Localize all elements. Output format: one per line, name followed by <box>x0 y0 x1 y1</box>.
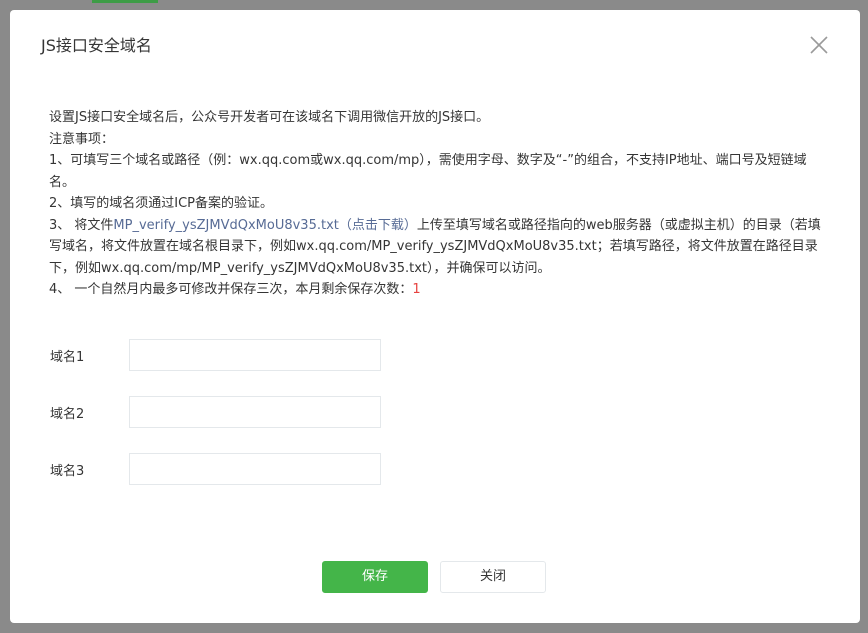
note-item-3: 3、 将文件MP_verify_ysZJMVdQxMoU8v35.txt（点击下… <box>49 215 824 280</box>
note-item-1: 1、可填写三个域名或路径（例：wx.qq.com或wx.qq.com/mp），需… <box>49 153 807 190</box>
domain-input-1[interactable] <box>129 339 381 371</box>
domain-label-2: 域名2 <box>50 407 85 422</box>
download-link[interactable]: （点击下载） <box>339 218 417 233</box>
remaining-count: 1 <box>412 282 421 297</box>
dialog-title: JS接口安全域名 <box>41 36 152 55</box>
domain-input-2[interactable] <box>129 396 381 428</box>
notes-heading: 注意事项： <box>49 131 115 147</box>
note-item-2: 2、填写的域名须通过ICP备案的验证。 <box>49 196 274 211</box>
intro-text: 设置JS接口安全域名后，公众号开发者可在该域名下调用微信开放的JS接口。 <box>49 110 490 125</box>
instructions: 设置JS接口安全域名后，公众号开发者可在该域名下调用微信开放的JS接口。 注意事… <box>49 107 824 301</box>
save-button[interactable]: 保存 <box>322 561 428 593</box>
dialog-header: JS接口安全域名 <box>10 10 860 82</box>
domain-label-3: 域名3 <box>50 464 85 479</box>
domain-settings-dialog: JS接口安全域名 设置JS接口安全域名后，公众号开发者可在该域名下调用微信开放的… <box>10 10 860 623</box>
domain-row-2: 域名2 <box>50 396 390 428</box>
domain-row-3: 域名3 <box>50 453 390 485</box>
close-button[interactable]: 关闭 <box>440 561 546 593</box>
domain-input-3[interactable] <box>129 453 381 485</box>
active-tab-indicator <box>92 0 158 3</box>
domain-label-1: 域名1 <box>50 350 85 365</box>
note-item-3-prefix: 3、 将文件 <box>49 217 114 233</box>
close-icon[interactable] <box>810 36 828 54</box>
note-item-4: 4、 一个自然月内最多可修改并保存三次，本月剩余保存次数：1 <box>49 279 824 301</box>
note-item-4-text: 4、 一个自然月内最多可修改并保存三次，本月剩余保存次数： <box>49 282 413 297</box>
verify-file-link[interactable]: MP_verify_ysZJMVdQxMoU8v35.txt <box>113 218 338 233</box>
domain-row-1: 域名1 <box>50 339 390 371</box>
